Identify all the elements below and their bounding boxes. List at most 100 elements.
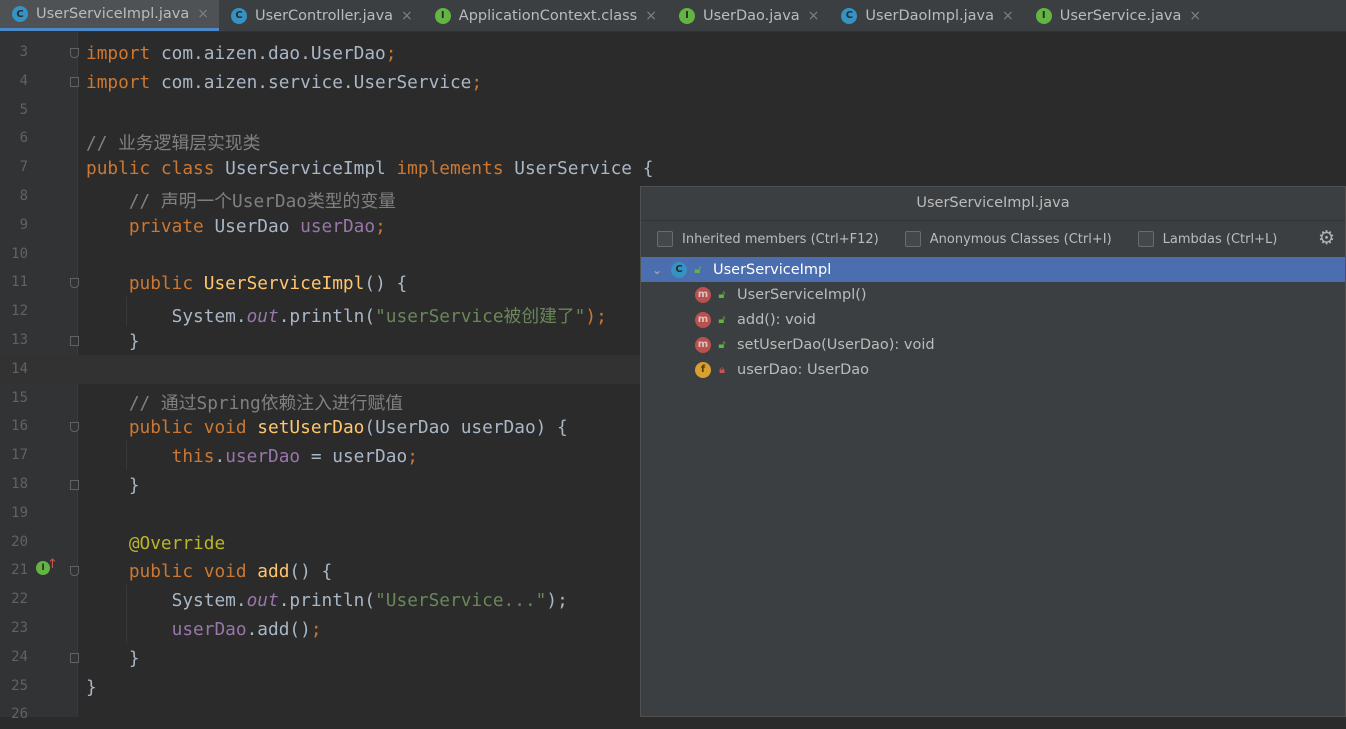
gear-icon[interactable]: ⚙ — [1318, 228, 1335, 248]
code-token: "userService被创建了" — [375, 306, 586, 328]
tab-label: UserServiceImpl.java — [36, 6, 190, 22]
code-token: } — [86, 331, 140, 352]
code-token: ); — [546, 590, 568, 612]
editor-tab[interactable]: C UserDaoImpl.java × — [829, 0, 1023, 31]
option-checkbox[interactable]: Inherited members (Ctrl+F12) — [657, 231, 879, 247]
tree-item-label: UserServiceImpl() — [737, 286, 867, 303]
fold-end-icon[interactable] — [70, 336, 79, 346]
line-number: 24 — [11, 648, 28, 665]
code-token: () { — [364, 273, 408, 295]
line-number: 16 — [11, 418, 28, 435]
line-number: 6 — [19, 130, 28, 147]
line-number: 25 — [11, 677, 28, 694]
file-structure-popup: UserServiceImpl.java Inherited members (… — [640, 186, 1346, 717]
code-line: 4 import com.aizen.service.UserService; — [0, 67, 1346, 96]
editor-tab[interactable]: C UserController.java × — [219, 0, 423, 31]
option-label: Anonymous Classes (Ctrl+I) — [929, 231, 1112, 247]
code-token: public class — [86, 158, 226, 180]
line-number: 8 — [19, 188, 28, 204]
code-token: import — [86, 43, 151, 64]
tab-label: ApplicationContext.class — [458, 7, 638, 24]
code-token: } — [86, 676, 97, 698]
line-number: 14 — [11, 360, 28, 377]
editor-tab[interactable]: C UserServiceImpl.java × — [0, 0, 219, 31]
unlock-icon: 🔓︎ — [718, 337, 726, 351]
class-icon: C — [231, 7, 247, 24]
checkbox[interactable] — [657, 231, 673, 247]
line-number: 13 — [11, 332, 28, 348]
code-token: private — [86, 215, 215, 237]
tree-item-method[interactable]: m 🔓︎ add(): void — [641, 307, 1345, 332]
code-text: public void setUserDao(UserDao userDao) … — [86, 417, 568, 438]
editor-tab[interactable]: I UserDao.java × — [667, 0, 829, 31]
fold-end-icon[interactable] — [70, 480, 79, 490]
code-token: UserServiceImpl — [225, 158, 397, 180]
code-token: ; — [471, 71, 483, 93]
code-token: } — [86, 475, 140, 496]
line-number: 15 — [11, 389, 28, 406]
editor-tab[interactable]: I ApplicationContext.class × — [423, 0, 667, 31]
close-icon[interactable]: × — [197, 6, 209, 22]
chevron-down-icon[interactable]: ⌄ — [651, 263, 663, 277]
code-text: public class UserServiceImpl implements … — [86, 158, 653, 179]
option-checkbox[interactable]: Anonymous Classes (Ctrl+I) — [904, 231, 1112, 247]
tab-label: UserController.java — [255, 7, 394, 24]
line-number: 18 — [11, 476, 28, 492]
checkbox[interactable] — [1137, 231, 1154, 247]
code-token: out — [246, 590, 279, 612]
code-text: userDao.add(); — [86, 619, 322, 640]
lock-icon: 🔒︎ — [719, 362, 725, 376]
code-token: // 声明一个UserDao类型的变量 — [86, 191, 396, 212]
code-token: ; — [407, 446, 418, 468]
tree-item-method[interactable]: m 🔓︎ UserServiceImpl() — [641, 282, 1345, 307]
checkbox[interactable] — [904, 231, 921, 247]
method-icon: m — [695, 286, 711, 303]
method-icon: m — [695, 336, 711, 353]
code-token: public — [86, 273, 204, 295]
code-text: // 通过Spring依赖注入进行赋值 — [86, 389, 403, 415]
line-number: 17 — [11, 447, 28, 464]
tree-item-class[interactable]: ⌄ C 🔓︎ UserServiceImpl — [641, 257, 1345, 282]
code-token: ); — [585, 306, 607, 328]
code-text: public void add() { — [86, 561, 332, 582]
code-token: ; — [375, 215, 386, 237]
code-token: // 通过Spring依赖注入进行赋值 — [86, 392, 403, 414]
fold-collapse-icon[interactable] — [70, 48, 79, 58]
code-text: this.userDao = userDao; — [86, 446, 418, 467]
code-token: @Override — [86, 532, 226, 554]
fold-end-icon[interactable] — [70, 652, 79, 663]
tree-item-method[interactable]: m 🔓︎ setUserDao(UserDao): void — [641, 332, 1345, 357]
close-icon[interactable]: × — [401, 8, 413, 24]
interface-icon: I — [1035, 7, 1052, 24]
class-icon: C — [841, 7, 858, 24]
option-checkbox[interactable]: Lambdas (Ctrl+L) — [1137, 231, 1277, 247]
class-icon: C — [12, 6, 28, 22]
code-text: // 声明一个UserDao类型的变量 — [86, 187, 396, 213]
tree-item-label: setUserDao(UserDao): void — [737, 336, 935, 353]
close-icon[interactable]: × — [808, 8, 820, 24]
fold-collapse-icon[interactable] — [70, 566, 79, 577]
code-token: System. — [86, 590, 247, 612]
close-icon[interactable]: × — [1002, 8, 1014, 24]
close-icon[interactable]: × — [645, 8, 657, 24]
fold-collapse-icon[interactable] — [70, 278, 79, 289]
fold-end-icon[interactable] — [70, 76, 79, 87]
close-icon[interactable]: × — [1189, 8, 1201, 24]
tree-item-label: add(): void — [737, 311, 816, 328]
code-line: 3 import com.aizen.dao.UserDao; — [0, 38, 1346, 67]
code-text: } — [86, 475, 140, 496]
code-token: add — [257, 561, 290, 583]
code-token: public void — [86, 417, 258, 439]
line-number: 11 — [11, 274, 28, 291]
code-text: @Override — [86, 533, 225, 554]
code-token: this — [86, 446, 215, 468]
code-token: userDao — [300, 215, 376, 237]
unlock-icon: 🔓︎ — [718, 312, 726, 326]
line-number: 20 — [11, 533, 28, 550]
fold-collapse-icon[interactable] — [70, 422, 79, 433]
line-number: 7 — [19, 159, 28, 176]
editor-tab[interactable]: I UserService.java × — [1024, 0, 1211, 31]
code-text: // 业务逻辑层实现类 — [86, 129, 260, 155]
line-number: 5 — [19, 101, 28, 118]
tree-item-field[interactable]: f 🔒︎ userDao: UserDao — [641, 357, 1345, 382]
